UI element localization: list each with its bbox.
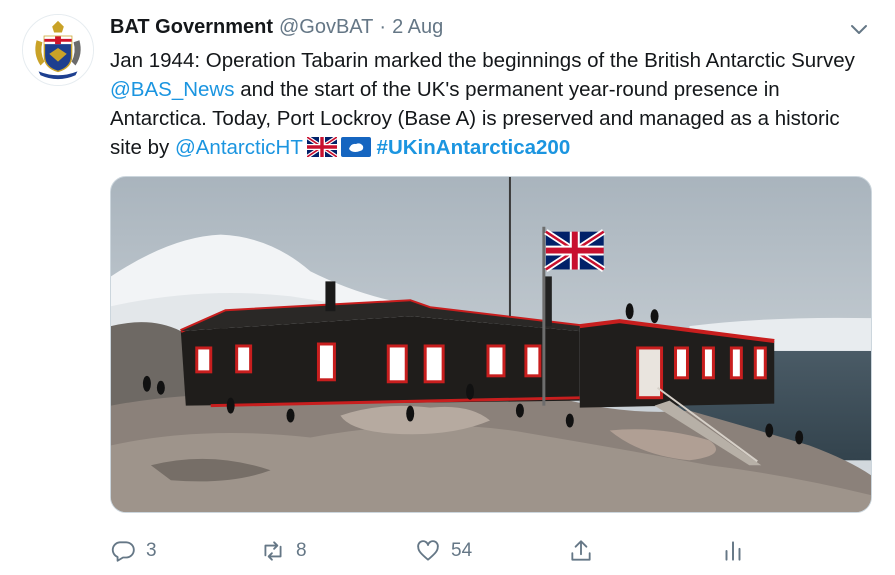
share-button[interactable] <box>568 536 594 566</box>
uk-flag-icon <box>306 137 337 157</box>
antarctica-flag-icon <box>340 137 371 157</box>
retweet-count: 8 <box>296 540 307 561</box>
user-handle[interactable]: @GovBAT <box>279 16 373 39</box>
reply-icon <box>111 541 135 562</box>
tweet-photo[interactable] <box>110 176 872 513</box>
mention-link[interactable]: @BAS_News <box>110 78 235 101</box>
bat-coat-of-arms-logo <box>23 15 93 85</box>
avatar[interactable] <box>22 14 94 86</box>
timestamp[interactable]: 2 Aug <box>392 16 443 39</box>
separator-dot: · <box>379 16 387 38</box>
reply-count: 3 <box>146 540 157 561</box>
mention-link[interactable]: @AntarcticHT <box>175 136 303 159</box>
tweet-text: Jan 1944: Operation Tabarin marked the b… <box>110 46 870 162</box>
hashtag-link[interactable]: #UKinAntarctica200 <box>377 136 571 159</box>
port-lockroy-photo <box>111 177 871 512</box>
like-button[interactable]: 54 <box>415 536 472 566</box>
share-icon <box>571 540 591 561</box>
analytics-button[interactable] <box>720 536 746 566</box>
chevron-down-icon[interactable] <box>848 18 870 40</box>
tweet-text-part: Jan 1944: Operation Tabarin marked the b… <box>110 49 855 72</box>
analytics-icon <box>725 541 741 561</box>
retweet-button[interactable]: 8 <box>260 536 307 566</box>
display-name[interactable]: BAT Government <box>110 16 273 39</box>
retweet-icon <box>264 541 282 561</box>
like-count: 54 <box>451 540 473 561</box>
heart-icon <box>417 540 439 561</box>
reply-button[interactable]: 3 <box>110 536 157 566</box>
tweet-actions: 3 8 54 <box>110 536 870 566</box>
tweet-header: BAT Government @GovBAT · 2 Aug <box>110 16 443 42</box>
